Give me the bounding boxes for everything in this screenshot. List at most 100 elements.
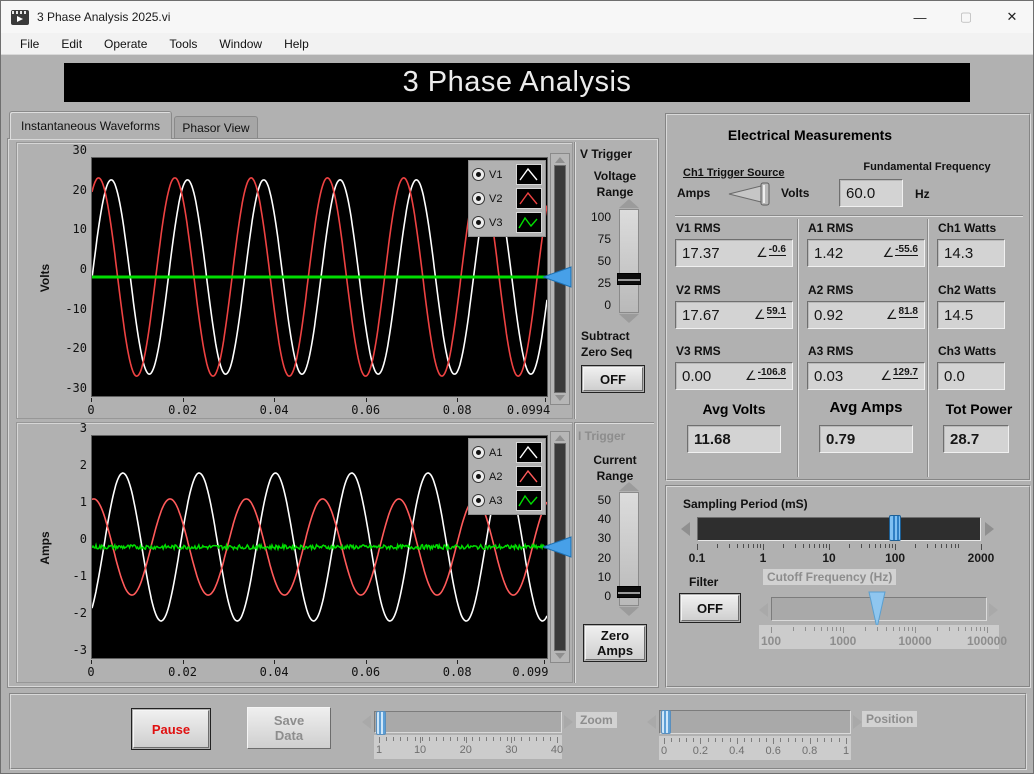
maximize-button[interactable]: ▢ <box>943 1 989 33</box>
x-tick-label: 0 <box>87 665 95 679</box>
pause-button[interactable]: Pause <box>133 710 209 748</box>
legend-label: V3 <box>489 216 503 229</box>
position-decrement-icon[interactable] <box>647 715 656 729</box>
scale-tick <box>744 738 746 742</box>
legend-item-v2[interactable]: V2 <box>472 187 542 210</box>
cutoff-increment-icon[interactable] <box>989 603 998 617</box>
v3-visible-radio[interactable] <box>472 216 485 229</box>
scale-tick <box>836 627 838 631</box>
scale-tick <box>787 738 789 742</box>
sampling-period-handle[interactable] <box>888 515 901 541</box>
position-slider[interactable] <box>659 710 851 734</box>
scale-tick <box>880 544 882 548</box>
v1-swatch[interactable] <box>516 164 542 185</box>
slider-decrement-icon[interactable] <box>619 314 639 323</box>
a1-swatch[interactable] <box>516 442 542 463</box>
tab-phasor-view[interactable]: Phasor View <box>174 116 258 139</box>
voltage-range-slider[interactable] <box>619 209 639 313</box>
menu-tools[interactable]: Tools <box>158 35 208 53</box>
v-trigger-level-arrow[interactable] <box>543 265 573 289</box>
scale-tick <box>821 627 823 631</box>
y-tick-label: -1 <box>72 569 87 583</box>
zoom-increment-icon[interactable] <box>564 715 573 729</box>
zoom-slider[interactable] <box>374 711 562 735</box>
a3-swatch[interactable] <box>516 490 542 511</box>
scale-tick <box>728 544 730 548</box>
zoom-handle[interactable] <box>376 711 386 735</box>
position-scale-strip: 0 0.2 0.4 0.6 0.8 1 <box>659 736 851 760</box>
a2-visible-radio[interactable] <box>472 470 485 483</box>
slider-increment-icon[interactable] <box>619 482 639 491</box>
position-handle[interactable] <box>661 710 671 734</box>
a2-swatch[interactable] <box>516 466 542 487</box>
legend-item-v1[interactable]: V1 <box>472 163 542 186</box>
scroll-up-icon[interactable] <box>555 157 565 163</box>
scale-tick <box>773 738 775 744</box>
position-increment-icon[interactable] <box>853 715 862 729</box>
v1-visible-radio[interactable] <box>472 168 485 181</box>
scale-tick <box>792 627 794 631</box>
filter-button[interactable]: OFF <box>681 595 739 621</box>
amps-y-axis: 3 2 1 0 -1 -2 -3 <box>57 421 87 657</box>
legend-item-a3[interactable]: A3 <box>472 489 542 512</box>
tab-instantaneous-waveforms[interactable]: Instantaneous Waveforms <box>9 111 172 139</box>
v2-visible-radio[interactable] <box>472 192 485 205</box>
menu-edit[interactable]: Edit <box>50 35 93 53</box>
legend-label: A3 <box>489 494 503 507</box>
scale-tick <box>936 627 938 631</box>
i-trigger-level-arrow[interactable] <box>543 535 573 559</box>
legend-item-a1[interactable]: A1 <box>472 441 542 464</box>
zoom-decrement-icon[interactable] <box>362 715 371 729</box>
scale-tick <box>826 544 828 548</box>
current-range-handle[interactable] <box>617 586 641 599</box>
menu-file[interactable]: File <box>9 35 50 53</box>
legend-item-v3[interactable]: V3 <box>472 211 542 234</box>
scale-tick <box>829 544 831 550</box>
menu-operate[interactable]: Operate <box>93 35 158 53</box>
sampling-decrement-icon[interactable] <box>681 522 690 536</box>
scale-tick <box>860 544 862 548</box>
scroll-up-icon[interactable] <box>555 435 565 441</box>
scale-tick <box>521 737 523 741</box>
scroll-down-icon[interactable] <box>555 653 565 659</box>
zero-amps-button[interactable]: Zero Amps <box>585 626 645 660</box>
minimize-button[interactable]: — <box>897 1 943 33</box>
scale-tick <box>507 737 509 741</box>
y-tick-label: 20 <box>72 182 87 197</box>
scale-tick <box>802 544 804 548</box>
save-data-button[interactable]: Save Data <box>247 707 331 749</box>
scale-tick <box>824 738 826 742</box>
slider-increment-icon[interactable] <box>619 199 639 208</box>
cutoff-frequency-slider[interactable] <box>771 591 987 629</box>
cutoff-decrement-icon[interactable] <box>759 603 768 617</box>
v3-swatch[interactable] <box>516 212 542 233</box>
slider-decrement-icon[interactable] <box>619 607 639 616</box>
y-tick-label: -30 <box>65 381 87 395</box>
ch1-watts-display: 14.3 <box>937 239 1005 267</box>
trigger-source-switch[interactable] <box>727 182 777 206</box>
scale-tick <box>492 737 494 741</box>
subtract-zero-seq-button[interactable]: OFF <box>583 367 643 391</box>
a1-visible-radio[interactable] <box>472 446 485 459</box>
menu-window[interactable]: Window <box>208 35 273 53</box>
slider-scale-label: 30 <box>597 531 611 546</box>
scale-tick <box>914 544 916 548</box>
scroll-down-icon[interactable] <box>555 395 565 401</box>
cutoff-frequency-pointer[interactable] <box>868 591 886 629</box>
a3-visible-radio[interactable] <box>472 494 485 507</box>
sampling-period-slider[interactable] <box>697 515 981 541</box>
x-tick-mark <box>545 398 546 402</box>
scale-tick <box>697 544 698 550</box>
a1-rms-value: 1.42 <box>814 244 844 262</box>
scale-tick <box>685 738 687 742</box>
sampling-increment-icon[interactable] <box>985 522 994 536</box>
scale-tick <box>975 627 977 631</box>
legend-item-a2[interactable]: A2 <box>472 465 542 488</box>
a2-rms-display: 0.92 ∠ 81.8 <box>807 301 925 329</box>
v2-swatch[interactable] <box>516 188 542 209</box>
slider-scale-label: 0 <box>604 298 611 312</box>
scale-tick <box>848 544 850 548</box>
close-button[interactable]: ✕ <box>989 1 1033 33</box>
voltage-range-handle[interactable] <box>617 272 641 285</box>
menu-help[interactable]: Help <box>273 35 320 53</box>
